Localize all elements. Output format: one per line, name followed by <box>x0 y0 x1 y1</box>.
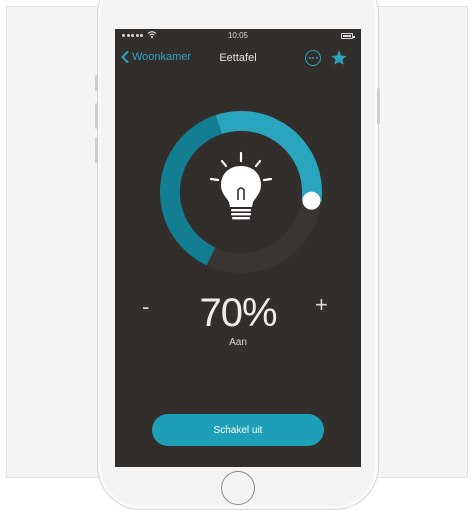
home-button[interactable] <box>221 471 255 505</box>
phone-volume-up-button <box>95 103 98 129</box>
switch-off-button[interactable]: Schakel uit <box>152 414 324 446</box>
increase-button[interactable]: + <box>315 292 328 318</box>
battery-icon <box>341 33 355 39</box>
light-state-label: Aan <box>229 337 247 348</box>
more-options-button[interactable] <box>305 50 321 66</box>
phone-power-button <box>377 88 380 124</box>
dial-handle[interactable] <box>302 191 321 210</box>
phone-side-button <box>95 75 98 91</box>
app-screen: 10:05 Woonkamer Eettafel - 70% + Aan Sch… <box>115 29 361 467</box>
navigation-bar: Woonkamer Eettafel <box>115 47 361 73</box>
ellipsis-icon <box>308 57 311 59</box>
star-icon[interactable] <box>330 49 348 67</box>
page-title: Eettafel <box>219 52 257 64</box>
status-bar: 10:05 <box>115 29 361 43</box>
phone-volume-down-button <box>95 137 98 163</box>
brightness-dial[interactable] <box>156 107 326 277</box>
status-time: 10:05 <box>227 31 249 40</box>
